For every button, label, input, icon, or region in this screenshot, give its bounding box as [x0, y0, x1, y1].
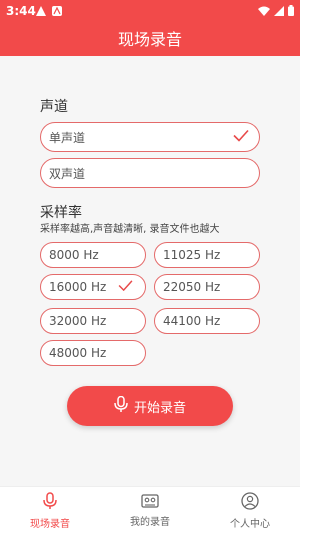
nav-item-profile[interactable]: 个人中心 [200, 487, 300, 533]
sample-rate-option-label: 48000 Hz [49, 346, 107, 360]
sample-rate-option-8000[interactable]: 8000 Hz [40, 242, 146, 268]
bottom-nav: 现场录音 我的录音 个人中心 [0, 486, 300, 533]
sample-rate-option-44100[interactable]: 44100 Hz [154, 308, 260, 334]
start-recording-label: 开始录音 [133, 400, 186, 416]
nav-label: 我的录音 [130, 516, 170, 528]
channel-option-label: 双声道 [49, 166, 86, 181]
sample-rate-option-11025[interactable]: 11025 Hz [154, 242, 260, 268]
signal-icon [274, 5, 284, 19]
sample-rate-option-label: 16000 Hz [49, 280, 107, 294]
nav-label: 个人中心 [230, 518, 270, 530]
sample-rate-option-48000[interactable]: 48000 Hz [40, 340, 146, 366]
sample-rate-note: 采样率越高,声音越清晰, 录音文件也越大 [40, 224, 220, 235]
nav-item-live-recording[interactable]: 现场录音 [0, 487, 100, 533]
channel-option-mono[interactable]: 单声道 [40, 122, 260, 152]
page-title: 现场录音 [0, 24, 300, 56]
wifi-icon [258, 5, 270, 19]
app-notification-icon [52, 5, 62, 19]
sample-rate-option-22050[interactable]: 22050 Hz [154, 274, 260, 300]
sample-rate-option-32000[interactable]: 32000 Hz [40, 308, 146, 334]
sample-rate-option-label: 22050 Hz [163, 280, 221, 294]
sample-rate-option-label: 11025 Hz [163, 248, 221, 262]
start-recording-button[interactable]: 开始录音 [67, 386, 233, 426]
check-icon [118, 280, 133, 294]
tape-icon [141, 493, 159, 511]
channel-option-stereo[interactable]: 双声道 [40, 158, 260, 188]
mic-icon [114, 395, 128, 416]
sample-rate-title: 采样率 [40, 205, 82, 221]
notification-icon [36, 5, 46, 19]
sample-rate-option-label: 32000 Hz [49, 314, 107, 328]
status-time: 3:44 [6, 4, 36, 18]
nav-label: 现场录音 [30, 518, 70, 530]
sample-rate-option-label: 44100 Hz [163, 314, 221, 328]
status-bar: 3:44 [0, 0, 300, 24]
battery-icon [288, 5, 294, 19]
check-icon [233, 129, 249, 145]
user-icon [241, 491, 259, 513]
sample-rate-option-label: 8000 Hz [49, 248, 99, 262]
channel-option-label: 单声道 [49, 130, 86, 145]
sample-rate-option-16000[interactable]: 16000 Hz [40, 274, 146, 300]
mic-icon [43, 491, 57, 513]
nav-item-my-recordings[interactable]: 我的录音 [100, 487, 200, 533]
channel-title: 声道 [40, 99, 68, 115]
